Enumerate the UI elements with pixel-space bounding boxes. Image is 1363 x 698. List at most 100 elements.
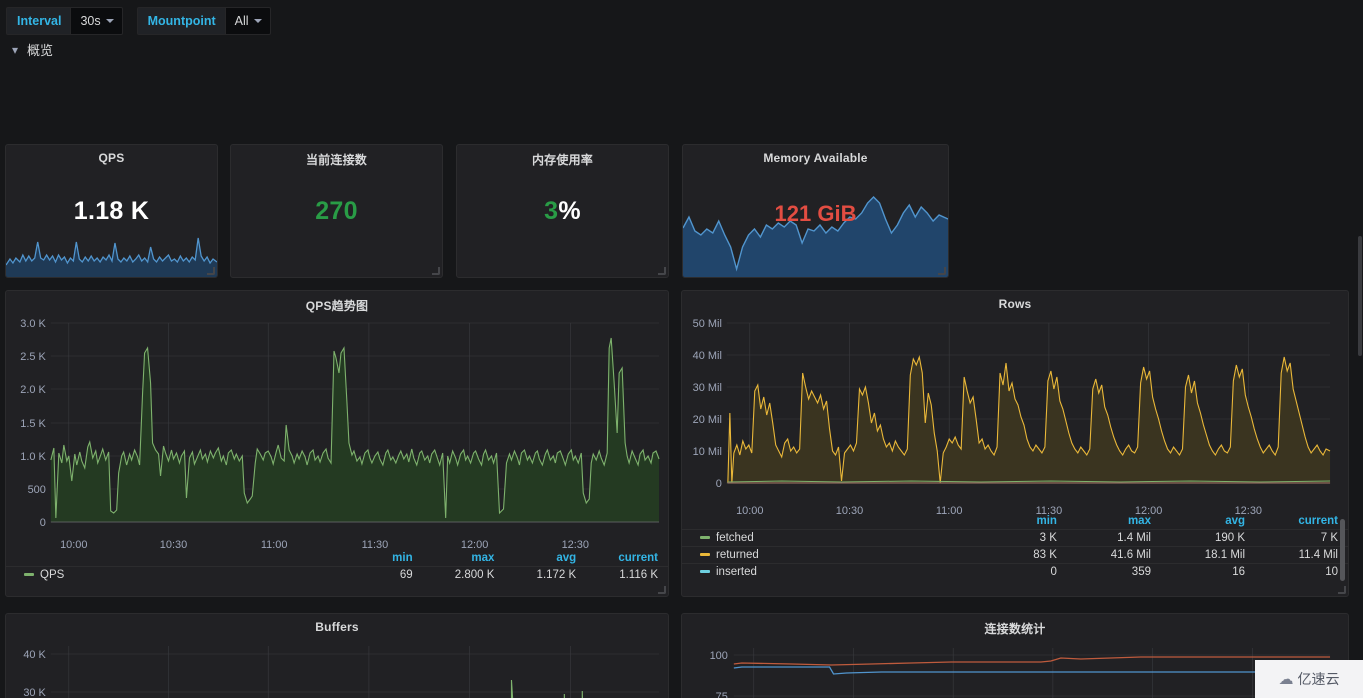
svg-text:50 Mil: 50 Mil xyxy=(693,318,722,330)
panel-memory-usage-stat[interactable]: 内存使用率 3% xyxy=(456,144,669,278)
legend-value-max: 359 xyxy=(1131,566,1151,578)
panel-buffers[interactable]: Buffers 40 K 30 K xyxy=(5,613,669,698)
chevron-down-icon[interactable]: ▾ xyxy=(12,44,18,56)
panel-title-qps: QPS xyxy=(98,151,125,165)
legend-col-current[interactable]: current xyxy=(586,550,668,567)
panel-resize-handle[interactable] xyxy=(938,267,946,275)
cloud-logo-icon: ☁ xyxy=(1278,671,1294,688)
page-scrollbar-thumb[interactable] xyxy=(1358,236,1362,356)
svg-text:0: 0 xyxy=(40,517,46,529)
watermark-text: 亿速云 xyxy=(1297,671,1340,687)
svg-text:100: 100 xyxy=(710,650,728,662)
dashboard-row-title: 概览 xyxy=(27,43,54,58)
legend-col-min[interactable]: min xyxy=(1002,513,1067,530)
panel-resize-handle[interactable] xyxy=(658,586,666,594)
panel-title-rows: Rows xyxy=(998,297,1032,311)
watermark-logo: ☁ 亿速云 xyxy=(1255,660,1363,698)
legend-col-max[interactable]: max xyxy=(423,550,505,567)
legend-row[interactable]: QPS 69 2.800 K 1.172 K 1.116 K xyxy=(6,566,668,584)
legend-row[interactable]: fetched 3 K 1.4 Mil 190 K 7 K xyxy=(682,529,1348,547)
legend-series-name: returned xyxy=(716,549,759,561)
panel-title-buffers: Buffers xyxy=(315,620,359,634)
variable-interval-value: 30s xyxy=(80,14,101,28)
chevron-down-icon xyxy=(105,19,114,23)
svg-text:1.5 K: 1.5 K xyxy=(20,418,46,430)
panel-rows[interactable]: Rows 50 Mil 40 Mil 30 Mil 20 Mil 10 Mil … xyxy=(681,290,1349,597)
legend-value-current: 10 xyxy=(1325,566,1338,578)
legend-series-name: fetched xyxy=(716,532,754,544)
stat-value-memory-usage: 3% xyxy=(457,197,668,226)
legend-value-avg: 16 xyxy=(1232,566,1246,578)
panel-resize-handle[interactable] xyxy=(432,267,440,275)
series-color-swatch xyxy=(700,553,710,557)
panel-resize-handle[interactable] xyxy=(1338,586,1346,594)
panel-title-connections-stats: 连接数统计 xyxy=(984,622,1046,636)
legend-value-current: 7 K xyxy=(1320,532,1338,544)
legend-header-row: min max avg current xyxy=(682,513,1348,530)
svg-text:40 Mil: 40 Mil xyxy=(693,350,722,362)
legend-col-current[interactable]: current xyxy=(1255,513,1348,530)
svg-text:30 K: 30 K xyxy=(23,687,46,698)
stat-number-memory-usage: 3 xyxy=(544,197,559,225)
variable-mountpoint-label: Mountpoint xyxy=(136,7,225,35)
variable-interval: Interval 30s xyxy=(6,7,123,35)
stat-unit-memory-usage: % xyxy=(558,197,581,225)
panel-qps-trend[interactable]: QPS趋势图 3.0 K 2.5 K 2.0 K 1.5 K 1.0 K 500… xyxy=(5,290,669,597)
variable-interval-dropdown[interactable]: 30s xyxy=(70,7,123,35)
panel-title-current-connections: 当前连接数 xyxy=(305,153,367,167)
legend-value-current: 11.4 Mil xyxy=(1298,549,1338,561)
legend-value-max: 1.4 Mil xyxy=(1117,532,1151,544)
page-scrollbar[interactable] xyxy=(1357,36,1363,698)
dashboard-row-header[interactable]: ▾ 概览 xyxy=(0,36,1363,62)
legend-series-name: inserted xyxy=(716,566,757,578)
legend-value-min: 0 xyxy=(1050,566,1057,578)
panel-connections-stats[interactable]: 连接数统计 100 75 50 单位: 秒 xyxy=(681,613,1349,698)
stat-value-memory-available: 121 GiB xyxy=(774,201,857,226)
panel-resize-handle[interactable] xyxy=(658,267,666,275)
legend-col-max[interactable]: max xyxy=(1067,513,1161,530)
panel-title-qps-trend: QPS趋势图 xyxy=(305,299,369,313)
panel-memory-available[interactable]: Memory Available 121 GiB xyxy=(682,144,949,278)
svg-text:2.0 K: 2.0 K xyxy=(20,384,46,396)
legend-header-row: min max avg current xyxy=(6,550,668,567)
svg-text:0: 0 xyxy=(716,478,722,490)
graph-buffers: 40 K 30 K 20 K xyxy=(6,636,668,698)
stat-value-current-connections: 270 xyxy=(315,197,358,225)
svg-text:1.0 K: 1.0 K xyxy=(20,451,46,463)
legend-scrollbar[interactable] xyxy=(1340,519,1345,581)
stat-value-qps: 1.18 K xyxy=(73,197,150,225)
variable-mountpoint-value: All xyxy=(234,14,249,28)
panel-title-memory-usage: 内存使用率 xyxy=(531,153,593,167)
legend-row[interactable]: returned 83 K 41.6 Mil 18.1 Mil 11.4 Mil xyxy=(682,546,1348,564)
panel-resize-handle[interactable] xyxy=(207,267,215,275)
graph-rows: 50 Mil 40 Mil 30 Mil 20 Mil 10 Mil 0 xyxy=(682,313,1348,501)
legend-value-max: 41.6 Mil xyxy=(1110,549,1151,561)
variable-interval-label: Interval xyxy=(6,7,71,35)
series-color-swatch xyxy=(24,573,34,577)
series-color-swatch xyxy=(700,536,710,540)
legend-value-avg: 190 K xyxy=(1214,532,1246,544)
series-color-swatch xyxy=(700,570,710,574)
legend-col-min[interactable]: min xyxy=(370,550,423,567)
legend-value-max: 2.800 K xyxy=(454,569,495,581)
svg-text:10 Mil: 10 Mil xyxy=(693,446,722,458)
panel-current-connections-stat[interactable]: 当前连接数 270 xyxy=(230,144,443,278)
legend-value-min: 69 xyxy=(399,569,413,581)
template-variable-bar: Interval 30s Mountpoint All xyxy=(0,0,1363,36)
variable-mountpoint-dropdown[interactable]: All xyxy=(224,7,271,35)
graph-connections-stats: 100 75 50 单位: 秒 xyxy=(682,636,1348,698)
legend-rows: min max avg current fetched 3 K 1.4 Mil … xyxy=(682,513,1348,596)
svg-text:500: 500 xyxy=(28,484,46,496)
svg-text:2.5 K: 2.5 K xyxy=(20,351,46,363)
legend-value-min: 83 K xyxy=(1033,549,1057,561)
legend-row[interactable]: inserted 0 359 16 10 xyxy=(682,563,1348,581)
panel-qps-stat[interactable]: QPS 1.18 K xyxy=(5,144,218,278)
legend-value-min: 3 K xyxy=(1039,532,1057,544)
legend-value-current: 1.116 K xyxy=(619,569,658,581)
legend-col-avg[interactable]: avg xyxy=(1161,513,1255,530)
legend-value-avg: 18.1 Mil xyxy=(1204,549,1246,561)
chevron-down-icon xyxy=(253,19,262,23)
variable-mountpoint: Mountpoint All xyxy=(136,7,271,35)
legend-col-avg[interactable]: avg xyxy=(504,550,586,567)
svg-text:3.0 K: 3.0 K xyxy=(20,318,46,330)
